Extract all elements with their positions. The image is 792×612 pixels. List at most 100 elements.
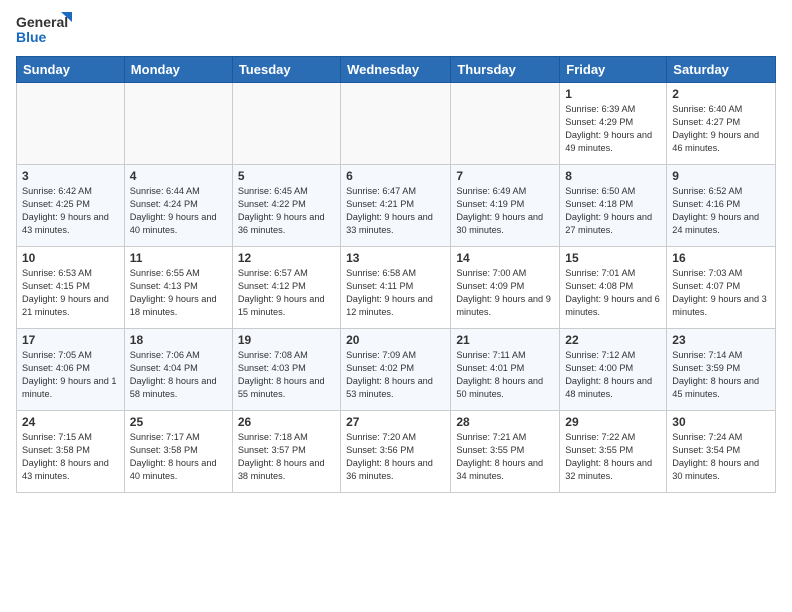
day-number: 1 (565, 87, 661, 101)
calendar-cell: 28Sunrise: 7:21 AM Sunset: 3:55 PM Dayli… (451, 411, 560, 493)
calendar-cell: 14 Sunrise: 7:00 AM Sunset: 4:09 PM Dayli… (451, 247, 560, 329)
calendar-cell: 27 Sunrise: 7:20 AM Sunset: 3:56 PM Dayli… (341, 411, 451, 493)
calendar-cell: 11 Sunrise: 6:55 AM Sunset: 4:13 PM Dayli… (124, 247, 232, 329)
calendar-cell: 23 Sunrise: 7:14 AM Sunset: 3:59 PM Dayli… (667, 329, 776, 411)
day-info: Sunrise: 7:03 AM Sunset: 4:07 PM Dayligh… (672, 267, 770, 319)
day-number: 17 (22, 333, 119, 347)
day-info: Sunrise: 7:12 AM Sunset: 4:00 PM Dayligh… (565, 349, 661, 401)
day-info: Sunrise: 7:17 AM Sunset: 3:58 PM Dayligh… (130, 431, 227, 483)
calendar-cell: 24 Sunrise: 7:15 AM Sunset: 3:58 PM Dayli… (17, 411, 125, 493)
day-number: 29 (565, 415, 661, 429)
column-header-tuesday: Tuesday (232, 57, 340, 83)
calendar-cell: 9 Sunrise: 6:52 AM Sunset: 4:16 PM Daylig… (667, 165, 776, 247)
day-info: Sunrise: 7:06 AM Sunset: 4:04 PM Dayligh… (130, 349, 227, 401)
calendar-cell: 3Sunrise: 6:42 AM Sunset: 4:25 PM Daylig… (17, 165, 125, 247)
calendar-cell: 21 Sunrise: 7:11 AM Sunset: 4:01 PM Dayli… (451, 329, 560, 411)
day-info: Sunrise: 6:45 AM Sunset: 4:22 PM Dayligh… (238, 185, 335, 237)
column-header-monday: Monday (124, 57, 232, 83)
calendar-cell: 20Sunrise: 7:09 AM Sunset: 4:02 PM Dayli… (341, 329, 451, 411)
day-info: Sunrise: 6:49 AM Sunset: 4:19 PM Dayligh… (456, 185, 554, 237)
calendar-cell: 16 Sunrise: 7:03 AM Sunset: 4:07 PM Dayli… (667, 247, 776, 329)
calendar-cell: 5 Sunrise: 6:45 AM Sunset: 4:22 PM Daylig… (232, 165, 340, 247)
calendar: SundayMondayTuesdayWednesdayThursdayFrid… (16, 56, 776, 493)
day-info: Sunrise: 6:40 AM Sunset: 4:27 PM Dayligh… (672, 103, 770, 155)
day-info: Sunrise: 6:55 AM Sunset: 4:13 PM Dayligh… (130, 267, 227, 319)
day-info: Sunrise: 6:52 AM Sunset: 4:16 PM Dayligh… (672, 185, 770, 237)
day-number: 11 (130, 251, 227, 265)
day-number: 12 (238, 251, 335, 265)
day-number: 20 (346, 333, 445, 347)
calendar-cell: 25 Sunrise: 7:17 AM Sunset: 3:58 PM Dayli… (124, 411, 232, 493)
calendar-cell (17, 83, 125, 165)
column-header-friday: Friday (560, 57, 667, 83)
day-number: 30 (672, 415, 770, 429)
calendar-cell (124, 83, 232, 165)
logo: GeneralBlue (16, 12, 76, 48)
calendar-week-4: 24 Sunrise: 7:15 AM Sunset: 3:58 PM Dayli… (17, 411, 776, 493)
day-info: Sunrise: 7:08 AM Sunset: 4:03 PM Dayligh… (238, 349, 335, 401)
calendar-week-2: 10 Sunrise: 6:53 AM Sunset: 4:15 PM Dayli… (17, 247, 776, 329)
calendar-cell: 29 Sunrise: 7:22 AM Sunset: 3:55 PM Dayli… (560, 411, 667, 493)
calendar-cell: 12 Sunrise: 6:57 AM Sunset: 4:12 PM Dayli… (232, 247, 340, 329)
day-info: Sunrise: 7:24 AM Sunset: 3:54 PM Dayligh… (672, 431, 770, 483)
calendar-cell: 18 Sunrise: 7:06 AM Sunset: 4:04 PM Dayli… (124, 329, 232, 411)
calendar-cell: 30 Sunrise: 7:24 AM Sunset: 3:54 PM Dayli… (667, 411, 776, 493)
column-header-sunday: Sunday (17, 57, 125, 83)
calendar-cell: 1 Sunrise: 6:39 AM Sunset: 4:29 PM Daylig… (560, 83, 667, 165)
day-info: Sunrise: 7:11 AM Sunset: 4:01 PM Dayligh… (456, 349, 554, 401)
calendar-week-0: 1 Sunrise: 6:39 AM Sunset: 4:29 PM Daylig… (17, 83, 776, 165)
calendar-cell (451, 83, 560, 165)
day-number: 10 (22, 251, 119, 265)
day-info: Sunrise: 7:00 AM Sunset: 4:09 PM Dayligh… (456, 267, 554, 319)
day-number: 16 (672, 251, 770, 265)
day-info: Sunrise: 7:01 AM Sunset: 4:08 PM Dayligh… (565, 267, 661, 319)
page: GeneralBlue SundayMondayTuesdayWednesday… (0, 0, 792, 612)
logo-svg: GeneralBlue (16, 12, 76, 48)
day-number: 8 (565, 169, 661, 183)
calendar-cell: 26 Sunrise: 7:18 AM Sunset: 3:57 PM Dayli… (232, 411, 340, 493)
calendar-cell: 13 Sunrise: 6:58 AM Sunset: 4:11 PM Dayli… (341, 247, 451, 329)
day-info: Sunrise: 6:39 AM Sunset: 4:29 PM Dayligh… (565, 103, 661, 155)
day-number: 5 (238, 169, 335, 183)
day-number: 19 (238, 333, 335, 347)
calendar-cell: 6Sunrise: 6:47 AM Sunset: 4:21 PM Daylig… (341, 165, 451, 247)
day-number: 24 (22, 415, 119, 429)
day-number: 15 (565, 251, 661, 265)
day-number: 26 (238, 415, 335, 429)
day-number: 18 (130, 333, 227, 347)
day-number: 9 (672, 169, 770, 183)
calendar-cell: 7 Sunrise: 6:49 AM Sunset: 4:19 PM Daylig… (451, 165, 560, 247)
calendar-week-1: 3Sunrise: 6:42 AM Sunset: 4:25 PM Daylig… (17, 165, 776, 247)
day-info: Sunrise: 7:20 AM Sunset: 3:56 PM Dayligh… (346, 431, 445, 483)
calendar-cell: 2Sunrise: 6:40 AM Sunset: 4:27 PM Daylig… (667, 83, 776, 165)
day-number: 7 (456, 169, 554, 183)
svg-text:Blue: Blue (16, 29, 47, 45)
day-info: Sunrise: 7:18 AM Sunset: 3:57 PM Dayligh… (238, 431, 335, 483)
day-info: Sunrise: 6:53 AM Sunset: 4:15 PM Dayligh… (22, 267, 119, 319)
svg-text:General: General (16, 14, 68, 30)
day-number: 13 (346, 251, 445, 265)
day-info: Sunrise: 6:57 AM Sunset: 4:12 PM Dayligh… (238, 267, 335, 319)
column-header-thursday: Thursday (451, 57, 560, 83)
day-number: 4 (130, 169, 227, 183)
calendar-cell (341, 83, 451, 165)
day-info: Sunrise: 6:44 AM Sunset: 4:24 PM Dayligh… (130, 185, 227, 237)
day-number: 14 (456, 251, 554, 265)
day-info: Sunrise: 6:58 AM Sunset: 4:11 PM Dayligh… (346, 267, 445, 319)
day-info: Sunrise: 7:14 AM Sunset: 3:59 PM Dayligh… (672, 349, 770, 401)
day-number: 28 (456, 415, 554, 429)
calendar-cell: 4 Sunrise: 6:44 AM Sunset: 4:24 PM Daylig… (124, 165, 232, 247)
day-number: 6 (346, 169, 445, 183)
column-header-wednesday: Wednesday (341, 57, 451, 83)
column-header-saturday: Saturday (667, 57, 776, 83)
day-number: 21 (456, 333, 554, 347)
calendar-header-row: SundayMondayTuesdayWednesdayThursdayFrid… (17, 57, 776, 83)
calendar-cell (232, 83, 340, 165)
day-number: 3 (22, 169, 119, 183)
day-number: 25 (130, 415, 227, 429)
day-number: 27 (346, 415, 445, 429)
day-info: Sunrise: 6:50 AM Sunset: 4:18 PM Dayligh… (565, 185, 661, 237)
day-number: 23 (672, 333, 770, 347)
day-info: Sunrise: 7:22 AM Sunset: 3:55 PM Dayligh… (565, 431, 661, 483)
day-info: Sunrise: 7:15 AM Sunset: 3:58 PM Dayligh… (22, 431, 119, 483)
